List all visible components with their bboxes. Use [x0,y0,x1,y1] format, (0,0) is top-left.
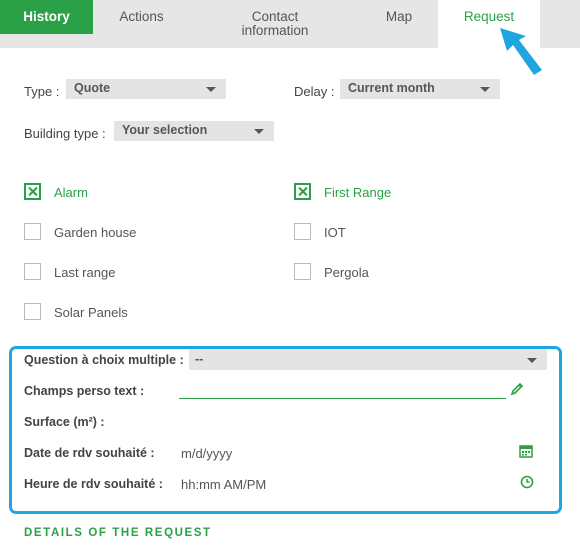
chevron-down-icon [527,358,537,363]
pointer-arrow-icon [500,28,542,75]
checkbox-label-first-range: First Range [324,185,392,200]
time-input[interactable]: hh:mm AM/PM [181,477,266,492]
tab-map[interactable]: Map [360,0,438,34]
checkbox-label-solar-panels: Solar Panels [54,305,128,320]
building-type-value: Your selection [122,123,208,137]
checkbox-label-pergola: Pergola [324,265,369,280]
chevron-down-icon [480,87,490,92]
pencil-icon[interactable] [510,382,524,396]
checkbox-pergola[interactable] [294,263,311,280]
chevron-down-icon [254,129,264,134]
question-label: Question à choix multiple : [24,353,184,367]
delay-label: Delay : [294,84,335,99]
text-field-label: Champs perso text : [24,384,145,398]
type-label: Type : [24,84,60,99]
clock-icon[interactable] [520,475,534,489]
type-value: Quote [74,81,111,95]
checkbox-label-garden-house: Garden house [54,225,137,240]
question-value: -- [195,352,204,366]
surface-label: Surface (m²) : [24,415,105,429]
delay-value: Current month [348,81,435,95]
type-select[interactable]: Quote [66,79,226,99]
tab-history[interactable]: History [0,0,93,34]
checkbox-alarm[interactable] [24,183,41,200]
chevron-down-icon [206,87,216,92]
checkbox-label-alarm: Alarm [54,185,88,200]
checkbox-solar-panels[interactable] [24,303,41,320]
question-select[interactable]: -- [189,349,547,370]
checkbox-first-range[interactable] [294,183,311,200]
details-heading: DETAILS OF THE REQUEST [24,527,212,539]
checkbox-iot[interactable] [294,223,311,240]
date-input[interactable]: m/d/yyyy [181,446,232,461]
date-label: Date de rdv souhaité : [24,446,155,460]
text-field-input[interactable] [179,398,506,399]
calendar-icon[interactable] [519,444,533,458]
checkbox-garden-house[interactable] [24,223,41,240]
delay-select[interactable]: Current month [340,79,500,99]
time-label: Heure de rdv souhaité : [24,477,163,491]
tab-contact-information[interactable]: Contact information [205,0,345,38]
checkbox-last-range[interactable] [24,263,41,280]
tab-bar: History Actions Contact information Map … [0,0,580,48]
tab-actions[interactable]: Actions [93,0,190,34]
checkbox-label-iot: IOT [324,225,346,240]
building-type-label: Building type : [24,126,106,141]
checkbox-label-last-range: Last range [54,265,116,280]
building-type-select[interactable]: Your selection [114,121,274,141]
